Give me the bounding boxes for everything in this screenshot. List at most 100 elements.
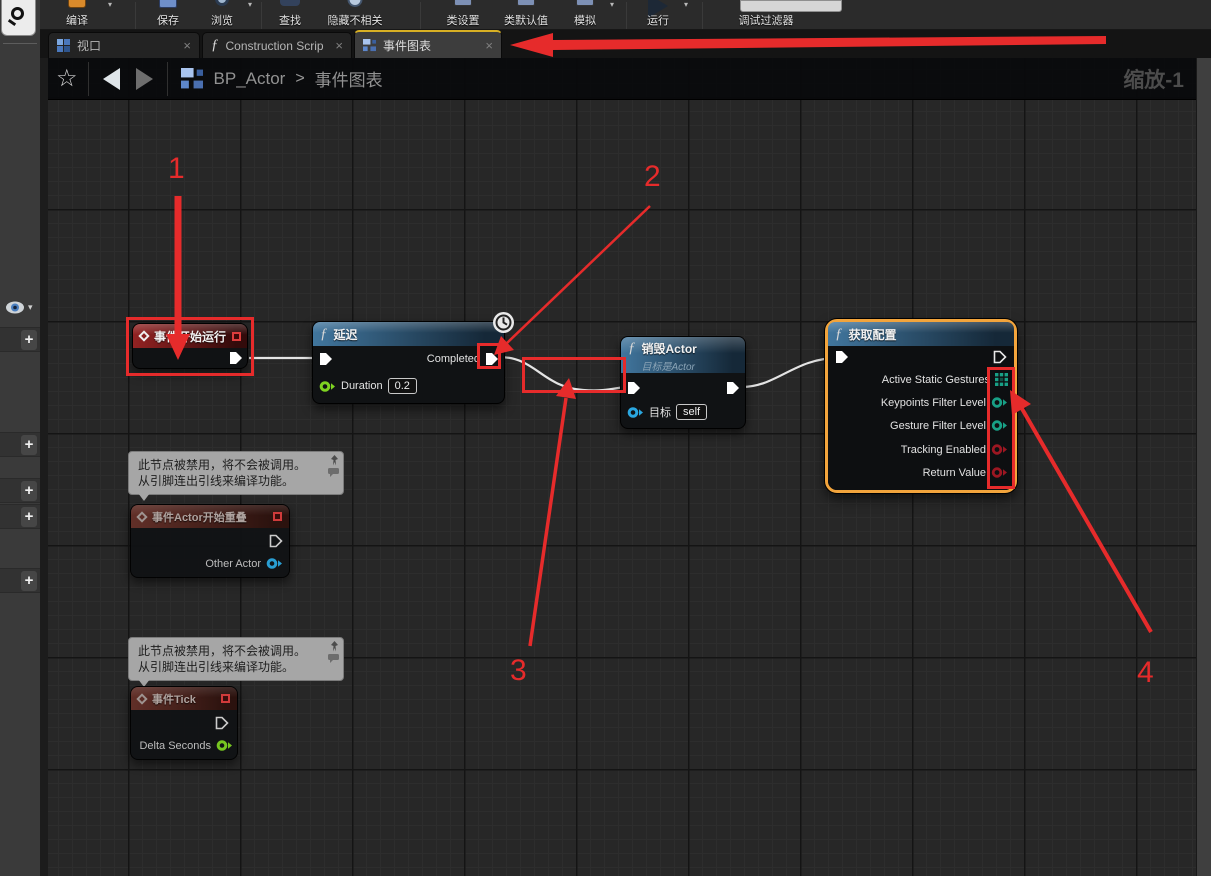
other-actor-object-pin[interactable] (266, 557, 283, 570)
close-icon[interactable]: × (183, 39, 191, 52)
exec-in-pin[interactable] (835, 350, 849, 364)
node-event-actorbeginoverlap[interactable]: 事件Actor开始重叠 Other Actor (130, 504, 290, 578)
duration-float-pin[interactable] (319, 380, 336, 393)
exec-out-pin-unconnected[interactable] (269, 534, 283, 548)
save-button[interactable]: 保存 (140, 0, 196, 30)
eye-icon (5, 301, 25, 314)
search-icon (11, 7, 24, 20)
event-icon (138, 330, 149, 341)
event-icon (136, 511, 147, 522)
add-button[interactable]: + (21, 435, 37, 455)
simulate-button[interactable]: ▾ 模拟 (560, 0, 610, 30)
pin-icon[interactable] (330, 641, 339, 652)
pin-row: Gesture Filter Level (890, 419, 1008, 432)
debug-filter-dropdown[interactable] (740, 0, 842, 12)
close-icon[interactable]: × (485, 39, 493, 52)
class-defaults-icon (517, 0, 535, 6)
search-box[interactable] (1, 0, 36, 36)
pin-icon[interactable] (330, 455, 339, 466)
set-container-pin[interactable] (995, 373, 1008, 386)
hide-unrelated-button[interactable]: 隐藏不相关 (316, 0, 394, 30)
blueprint-icon (180, 68, 204, 90)
exec-out-pin[interactable] (229, 351, 243, 365)
comment-bubble-icon[interactable] (328, 468, 339, 477)
visibility-filter[interactable]: ▾ (0, 297, 40, 317)
node-event-beginplay[interactable]: 事件开始运行 (132, 323, 248, 369)
node-destroy-actor[interactable]: ƒ 销毁Actor 目标是Actor 目标 self (620, 336, 746, 429)
pin-row: Tracking Enabled (901, 443, 1008, 456)
pin-row: Active Static Gestures (882, 373, 1008, 386)
panel-divider (3, 43, 37, 44)
toolbar-separator (702, 2, 703, 30)
document-tabbar: 视口 × ƒ Construction Scrip × 事件图表 × (40, 30, 1211, 58)
breadcrumb-asset[interactable]: BP_Actor (214, 69, 286, 89)
favorite-star-icon[interactable]: ☆ (56, 64, 78, 93)
tab-event-graph[interactable]: 事件图表 × (354, 30, 502, 58)
chevron-down-icon[interactable]: ▾ (248, 0, 252, 9)
target-object-pin[interactable] (627, 406, 644, 419)
nav-back-icon[interactable] (103, 68, 120, 90)
node-header: ƒ 销毁Actor 目标是Actor (621, 337, 745, 373)
bool-pin[interactable] (991, 443, 1008, 456)
enum-pin[interactable] (991, 396, 1008, 409)
exec-out-row (215, 716, 229, 730)
node-get-config-selected[interactable]: ƒ 获取配置 Active Static Gestures Keypoints … (825, 319, 1017, 493)
find-button[interactable]: 查找 (266, 0, 314, 30)
target-value-field[interactable]: self (676, 404, 707, 420)
exec-out-pin-unconnected[interactable] (993, 350, 1007, 364)
class-defaults-button[interactable]: 类默认值 (494, 0, 558, 30)
node-header: ƒ 获取配置 (828, 322, 1014, 346)
add-button[interactable]: + (21, 571, 37, 591)
tab-label: 视口 (77, 37, 101, 54)
node-header: 事件开始运行 (133, 324, 247, 348)
completed-exec-out-pin[interactable] (485, 352, 499, 366)
tab-construction-script[interactable]: ƒ Construction Scrip × (202, 32, 352, 58)
event-icon (136, 693, 147, 704)
enum-pin[interactable] (991, 419, 1008, 432)
comment-bubble-icon[interactable] (328, 654, 339, 663)
nav-forward-icon[interactable] (136, 68, 153, 90)
exec-out-row (726, 381, 740, 395)
blueprint-editor-window: ▾ + + + + + ▾ 编译 保存 ▾ 浏览 查找 隐藏不相关 (0, 0, 1211, 876)
bubble-tail (138, 493, 150, 501)
category-row: + (0, 432, 40, 457)
add-button[interactable]: + (21, 330, 37, 350)
compile-button[interactable]: ▾ 编译 (46, 0, 108, 30)
debug-square-icon (221, 694, 230, 703)
chevron-down-icon[interactable]: ▾ (684, 0, 688, 9)
bool-pin[interactable] (991, 466, 1008, 479)
graph-header-bar: ☆ BP_Actor > 事件图表 缩放-1 (48, 58, 1196, 100)
tab-viewport[interactable]: 视口 × (48, 32, 200, 58)
duration-value-field[interactable]: 0.2 (388, 378, 417, 394)
play-button[interactable]: ▾ 运行 (632, 0, 684, 30)
node-event-tick[interactable]: 事件Tick Delta Seconds (130, 686, 238, 760)
blueprint-icon (363, 39, 376, 52)
pin-row: Keypoints Filter Level (881, 396, 1008, 409)
panel-splitter[interactable] (1196, 58, 1211, 876)
chevron-down-icon[interactable]: ▾ (610, 0, 614, 9)
other-actor-row: Other Actor (205, 557, 283, 570)
add-button[interactable]: + (21, 481, 37, 501)
breadcrumb-separator: > (295, 70, 304, 88)
add-button[interactable]: + (21, 507, 37, 527)
delta-seconds-float-pin[interactable] (216, 739, 233, 752)
exec-in-pin[interactable] (319, 352, 333, 366)
node-delay[interactable]: ƒ 延迟 Completed Duration 0.2 (312, 321, 505, 404)
browse-button[interactable]: ▾ 浏览 (196, 0, 248, 30)
exec-out-row (993, 350, 1007, 364)
function-icon: ƒ (211, 37, 219, 54)
exec-out-pin-unconnected[interactable] (215, 716, 229, 730)
target-row: 目标 self (627, 404, 707, 420)
breadcrumb-graph[interactable]: 事件图表 (315, 66, 383, 91)
debug-square-icon (273, 512, 282, 521)
exec-in-pin[interactable] (627, 381, 641, 395)
exec-out-pin[interactable] (726, 381, 740, 395)
chevron-down-icon[interactable]: ▾ (108, 0, 112, 9)
function-icon: ƒ (835, 326, 843, 343)
chevron-down-icon[interactable]: ▾ (28, 302, 33, 313)
exec-out-row (229, 351, 243, 365)
class-settings-button[interactable]: 类设置 (434, 0, 492, 30)
close-icon[interactable]: × (335, 39, 343, 52)
toolbar-separator (626, 2, 627, 30)
toolbar-separator (420, 2, 421, 30)
